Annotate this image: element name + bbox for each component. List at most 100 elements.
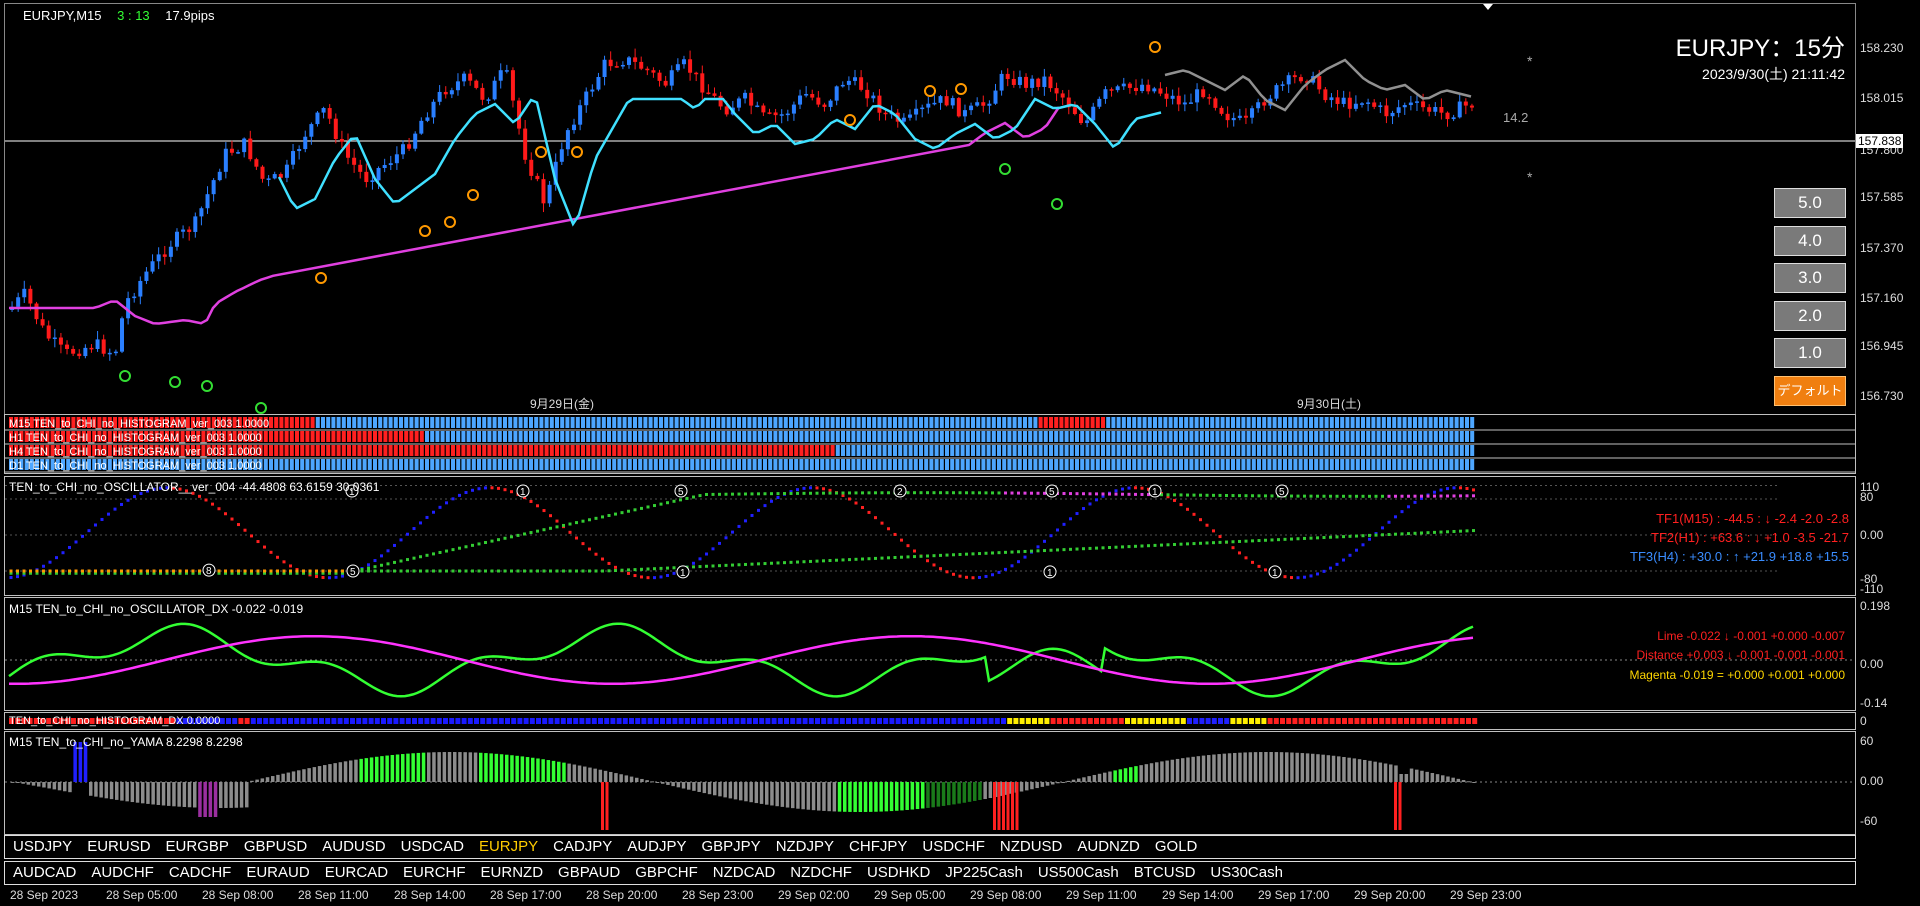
tf3-dot [607, 569, 611, 573]
tf1-dot [1335, 562, 1339, 566]
histogram-cell [1080, 431, 1085, 442]
histogram-dx-cell [759, 718, 765, 724]
yama-bar [1227, 753, 1232, 782]
tf3-dot [978, 552, 981, 556]
histogram-cell [1366, 459, 1371, 470]
histogram-dx-cell [455, 718, 461, 724]
symbol-button-btcusd[interactable]: BTCUSD [1134, 864, 1196, 881]
price-chart-pane[interactable]: 9月29日(金) 9月30日(土) * * EURJPY,M15 3 : 13 17.… [4, 3, 1856, 415]
histogram-cell [653, 417, 658, 428]
histogram-cell [289, 459, 294, 470]
tf1-dot [315, 575, 318, 579]
symbol-button-nzdusd[interactable]: NZDUSD [1000, 838, 1063, 855]
symbol-button-usdjpy[interactable]: USDJPY [13, 838, 72, 855]
histogram-cell [1459, 417, 1464, 428]
symbol-button-euraud[interactable]: EURAUD [246, 864, 309, 881]
tf3-dot [1303, 536, 1306, 540]
histogram-cell [1288, 445, 1293, 456]
preset-1-button[interactable]: 1.0 [1774, 338, 1846, 368]
preset-3-button[interactable]: 3.0 [1774, 263, 1846, 293]
histogram-cell [1158, 417, 1163, 428]
symbol-button-us30cash[interactable]: US30Cash [1210, 864, 1283, 881]
candle-body [46, 325, 51, 339]
symbol-button-usdchf[interactable]: USDCHF [922, 838, 985, 855]
symbol-button-eurjpy[interactable]: EURJPY [479, 838, 538, 855]
time-axis-tick: 28 Sep 2023 [10, 888, 79, 902]
histogram-cell [1288, 459, 1293, 470]
symbol-button-audusd[interactable]: AUDUSD [322, 838, 385, 855]
histogram-cell [1355, 417, 1360, 428]
histogram-cell [1272, 459, 1277, 470]
histogram-cell [414, 417, 419, 428]
histogram-dx-cell [343, 718, 349, 724]
tf1-dot [211, 502, 214, 506]
symbol-button-nzdcad[interactable]: NZDCAD [713, 864, 776, 881]
candle-body [559, 149, 564, 162]
histogram-cell [508, 445, 513, 456]
histogram-cell [794, 431, 799, 442]
tf1-dot [367, 563, 370, 567]
tf3-dot [809, 559, 812, 563]
yama-bar [172, 782, 176, 807]
symbol-button-eurcad[interactable]: EURCAD [325, 864, 388, 881]
tf1-dot [490, 486, 494, 490]
tf2-dot [640, 506, 643, 510]
preset-4-button[interactable]: 4.0 [1774, 226, 1846, 256]
symbol-button-us500cash[interactable]: US500Cash [1038, 864, 1119, 881]
symbol-button-cadjpy[interactable]: CADJPY [553, 838, 612, 855]
yama-bar [603, 770, 608, 782]
symbol-button-nzdchf[interactable]: NZDCHF [790, 864, 852, 881]
symbol-button-cadchf[interactable]: CADCHF [169, 864, 232, 881]
histogram-cell [815, 417, 819, 428]
symbol-button-gbpusd[interactable]: GBPUSD [244, 838, 307, 855]
symbol-button-gbpchf[interactable]: GBPCHF [635, 864, 698, 881]
candle-body [1140, 84, 1145, 92]
yama-bar [239, 782, 244, 808]
yama-bar [1425, 771, 1429, 782]
candle-body [853, 77, 858, 81]
symbol-button-nzdjpy[interactable]: NZDJPY [776, 838, 834, 855]
histogram-dx-cell [1391, 718, 1397, 724]
histogram-cell [1127, 445, 1131, 456]
yama-bar [1118, 769, 1123, 782]
candle-body [1237, 115, 1242, 118]
yama-bar [744, 782, 748, 802]
symbol-button-audjpy[interactable]: AUDJPY [627, 838, 686, 855]
symbol-button-usdcad[interactable]: USDCAD [401, 838, 464, 855]
preset-2-button[interactable]: 2.0 [1774, 301, 1846, 331]
symbol-button-gbpaud[interactable]: GBPAUD [558, 864, 620, 881]
symbol-button-gbpjpy[interactable]: GBPJPY [702, 838, 761, 855]
tf1-dot [1368, 537, 1371, 541]
histogram-cell [477, 417, 481, 428]
preset-5-button[interactable]: 5.0 [1774, 188, 1846, 218]
tf3-dot [308, 569, 312, 573]
histogram-cell [653, 431, 658, 442]
histogram-cell [960, 459, 965, 470]
symbol-button-audchf[interactable]: AUDCHF [91, 864, 154, 881]
symbol-button-jp225cash[interactable]: JP225Cash [945, 864, 1023, 881]
symbol-button-eurusd[interactable]: EURUSD [87, 838, 150, 855]
symbol-button-eurnzd[interactable]: EURNZD [481, 864, 544, 881]
symbol-button-gold[interactable]: GOLD [1155, 838, 1198, 855]
symbol-button-audcad[interactable]: AUDCAD [13, 864, 76, 881]
symbol-button-eurgbp[interactable]: EURGBP [166, 838, 229, 855]
tf2-dot [1218, 493, 1222, 497]
symbol-button-eurchf[interactable]: EURCHF [403, 864, 466, 881]
yama-bar [1160, 761, 1164, 782]
symbol-button-usdhkd[interactable]: USDHKD [867, 864, 930, 881]
yama-bar [1441, 775, 1445, 782]
default-button[interactable]: デフォルト [1774, 376, 1846, 406]
histogram-cell [326, 459, 331, 470]
histogram-dx-cell [226, 718, 231, 724]
yama-bar [593, 768, 597, 782]
yama-bar [1399, 774, 1403, 782]
histogram-cell [607, 445, 611, 456]
symbol-button-audnzd[interactable]: AUDNZD [1077, 838, 1140, 855]
histogram-cell [435, 417, 440, 428]
histogram-dx-cell [1261, 718, 1267, 724]
yama-bar [1420, 770, 1424, 782]
histogram-dx-cell [1435, 718, 1440, 724]
symbol-button-chfjpy[interactable]: CHFJPY [849, 838, 907, 855]
histogram-cell [1137, 417, 1142, 428]
tf2-dot [445, 549, 448, 553]
